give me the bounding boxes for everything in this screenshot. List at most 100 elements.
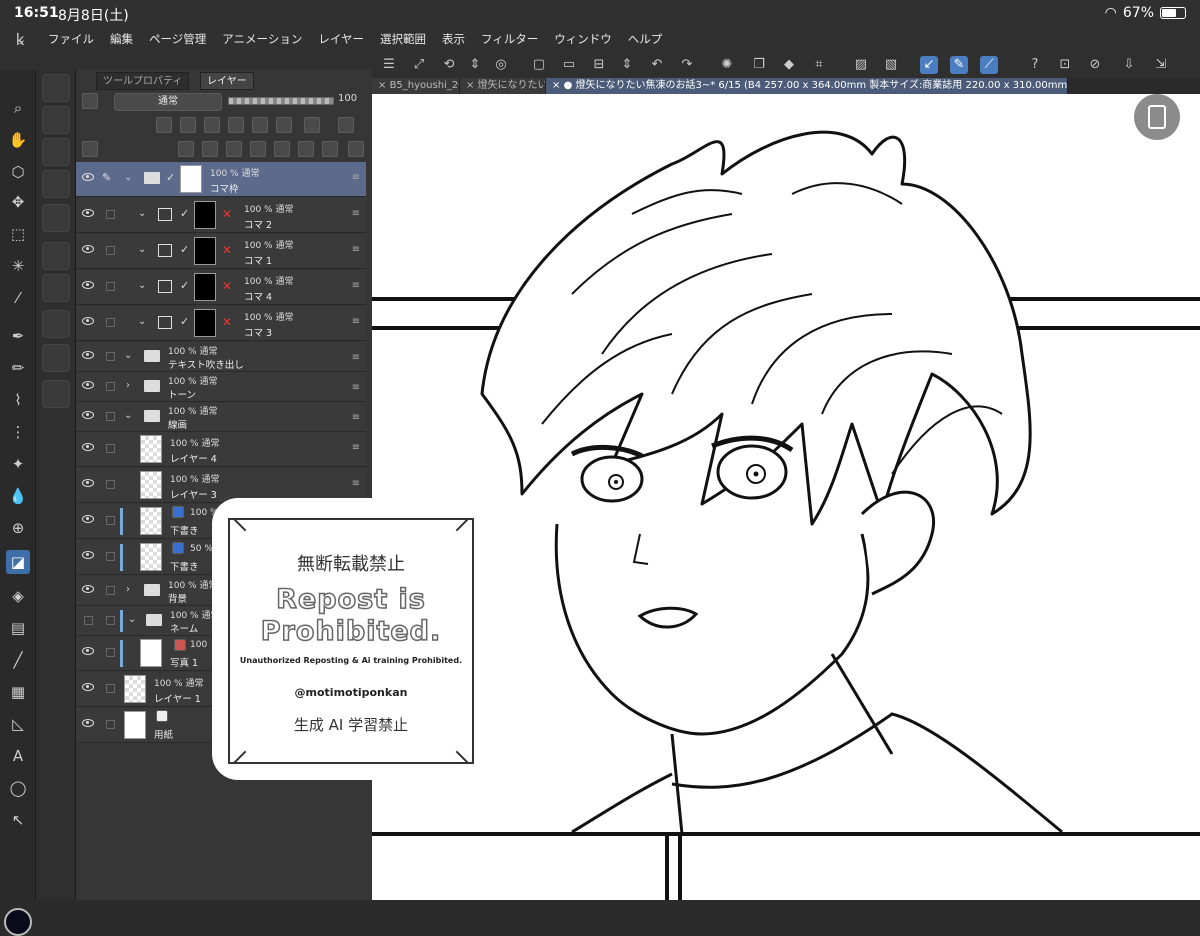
layer-checkbox[interactable]	[106, 616, 115, 625]
layer-menu-icon[interactable]: ≡	[352, 316, 360, 327]
chevron-down-icon[interactable]: ⌄	[138, 244, 146, 255]
disable-icon[interactable]: ⊘	[1086, 56, 1104, 74]
eyedropper-icon[interactable]: ⁄	[6, 286, 30, 310]
fit-icon[interactable]: ⤢	[410, 56, 428, 74]
rotate-view-button[interactable]	[1134, 94, 1180, 140]
layer-checkbox[interactable]	[106, 480, 115, 489]
correct-line-icon[interactable]: ↖	[6, 808, 30, 832]
updown2-icon[interactable]: ⇕	[618, 56, 636, 74]
reference-icon[interactable]	[180, 117, 196, 133]
layer-color-mode-icon[interactable]	[338, 117, 354, 133]
layer-checkbox[interactable]	[106, 412, 115, 421]
chevron-down-icon[interactable]: ⌄	[138, 316, 146, 327]
redo-icon[interactable]: ↷	[678, 56, 696, 74]
eye-icon[interactable]	[82, 443, 94, 451]
panel-menu-icon[interactable]	[82, 141, 98, 157]
doc-tab-active[interactable]: × ● 燈矢になりたい焦凍のお話3~* 6/15 (B4 257.00 x 36…	[546, 78, 1068, 94]
eye-icon[interactable]	[82, 381, 94, 389]
layer-row-layer-4[interactable]: 100 % 通常 レイヤー 4 ≡	[76, 432, 366, 467]
eye-icon[interactable]	[82, 281, 94, 289]
pen-icon[interactable]: ✒	[6, 324, 30, 348]
layer-checkbox[interactable]	[106, 684, 115, 693]
layer-row-koma-4[interactable]: ⌄ ✓ ✕ 100 % 通常 コマ 4 ≡	[76, 270, 366, 305]
updown-icon[interactable]: ⇕	[466, 56, 484, 74]
layer-checkbox[interactable]	[106, 318, 115, 327]
eye-icon[interactable]	[82, 317, 94, 325]
eraser-icon[interactable]: ◪	[6, 550, 30, 574]
ruler-show-icon[interactable]	[304, 117, 320, 133]
layer-row-lineart[interactable]: ⌄ 100 % 通常 線画 ≡	[76, 402, 366, 432]
substrip-button-10[interactable]	[42, 380, 70, 408]
drawing-canvas[interactable]	[372, 94, 1200, 900]
blend-icon[interactable]: 💧	[6, 484, 30, 508]
blend-mode-select[interactable]: 通常	[114, 93, 222, 111]
chevron-right-icon[interactable]: ›	[126, 584, 130, 595]
menu-file[interactable]: ファイル	[40, 31, 102, 47]
menu-filter[interactable]: フィルター	[473, 31, 546, 47]
clear-icon[interactable]: ▨	[852, 56, 870, 74]
main-color-swatch[interactable]	[4, 908, 32, 936]
fill-icon[interactable]: ◆	[780, 56, 798, 74]
layer-row-text-balloon[interactable]: ⌄ 100 % 通常 テキスト吹き出し ≡	[76, 342, 366, 372]
eye-icon[interactable]	[82, 683, 94, 691]
substrip-button-4[interactable]	[42, 170, 70, 198]
chevron-right-icon[interactable]: ›	[126, 380, 130, 391]
menu-edit[interactable]: 編集	[102, 31, 141, 47]
menu-help[interactable]: ヘルプ	[620, 31, 671, 47]
airbrush-icon[interactable]: ⋮	[6, 420, 30, 444]
export-icon[interactable]: ⇲	[1152, 56, 1170, 74]
layer-row-tone[interactable]: › 100 % 通常 トーン ≡	[76, 372, 366, 402]
layer-menu-icon[interactable]: ≡	[352, 382, 360, 393]
layer-checkbox[interactable]	[106, 444, 115, 453]
layer-checkbox[interactable]	[106, 382, 115, 391]
layer-checkbox[interactable]	[106, 586, 115, 595]
new-raster-icon[interactable]	[178, 141, 194, 157]
view-icon[interactable]: ⊡	[1056, 56, 1074, 74]
eye-icon[interactable]	[82, 719, 94, 727]
layer-menu-icon[interactable]: ≡	[352, 352, 360, 363]
layer-menu-icon[interactable]: ≡	[352, 208, 360, 219]
chevron-down-icon[interactable]: ⌄	[124, 410, 132, 421]
loading-icon[interactable]: ✺	[718, 56, 736, 74]
layer-menu-icon[interactable]: ≡	[352, 172, 360, 183]
layer-checkbox[interactable]	[84, 616, 93, 625]
layer-menu-icon[interactable]: ≡	[352, 244, 360, 255]
transfer-down-icon[interactable]	[250, 141, 266, 157]
menu-layer[interactable]: レイヤー	[310, 31, 372, 47]
new-file-icon[interactable]: ▢	[530, 56, 548, 74]
menu-page[interactable]: ページ管理	[141, 31, 214, 47]
balloon-icon[interactable]: ◯	[6, 776, 30, 800]
layer-checkbox[interactable]	[106, 552, 115, 561]
eye-icon[interactable]	[82, 647, 94, 655]
eye-icon[interactable]	[82, 585, 94, 593]
draft-icon[interactable]	[204, 117, 220, 133]
layer-row-koma-3[interactable]: ⌄ ✓ ✕ 100 % 通常 コマ 3 ≡	[76, 306, 366, 341]
layer-checkbox[interactable]	[106, 720, 115, 729]
layer-menu-icon[interactable]: ≡	[352, 280, 360, 291]
fill-bucket-icon[interactable]: ◈	[6, 584, 30, 608]
move-icon[interactable]: ✥	[6, 190, 30, 214]
hand-icon[interactable]: ✋	[6, 128, 30, 152]
layer-row-koma-waku[interactable]: ✎ ⌄ ✓ 100 % 通常 コマ枠 ≡	[76, 162, 366, 197]
eye-icon[interactable]	[82, 551, 94, 559]
new-folder-icon[interactable]	[226, 141, 242, 157]
folder-icon[interactable]: ▭	[560, 56, 578, 74]
layer-menu-icon[interactable]: ≡	[352, 412, 360, 423]
substrip-button-5[interactable]	[42, 204, 70, 232]
pencil-icon[interactable]: ✏	[6, 356, 30, 380]
doc-tab-1[interactable]: × B5_hyoushi_20	[372, 78, 460, 94]
layer-color-icon[interactable]	[82, 93, 98, 109]
layer-checkbox[interactable]	[106, 516, 115, 525]
menu-selection[interactable]: 選択範囲	[372, 31, 434, 47]
new-vector-icon[interactable]	[202, 141, 218, 157]
eye-icon[interactable]	[82, 515, 94, 523]
frame-icon[interactable]: ▦	[6, 680, 30, 704]
menu-view[interactable]: 表示	[434, 31, 473, 47]
layer-menu-icon[interactable]: ≡	[352, 478, 360, 489]
eye-icon[interactable]	[82, 351, 94, 359]
opacity-slider[interactable]	[228, 97, 334, 105]
eye-icon[interactable]	[82, 245, 94, 253]
chevron-down-icon[interactable]: ⌄	[124, 350, 132, 361]
pen-mode-icon[interactable]: ↙	[920, 56, 938, 74]
line-icon[interactable]: ╱	[6, 648, 30, 672]
